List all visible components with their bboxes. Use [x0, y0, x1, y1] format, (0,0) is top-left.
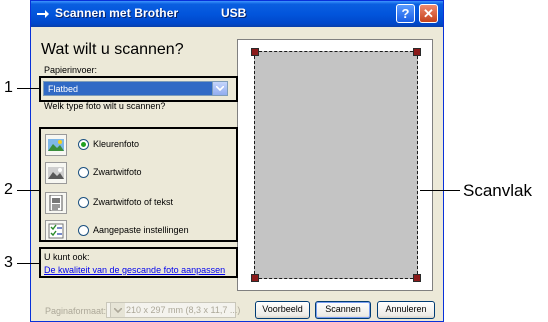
callout-number-3: 3: [4, 254, 13, 271]
callout-line-3: [17, 263, 39, 264]
window-subtitle: USB: [221, 6, 247, 20]
help-icon: ?: [401, 6, 410, 21]
scan-preview-area: [237, 39, 433, 291]
callout-line-2: [17, 190, 39, 191]
photo-type-label: Welk type foto wilt u scannen?: [44, 101, 166, 111]
preview-button[interactable]: Voorbeeld: [255, 301, 310, 319]
callout-line-scan-area: [420, 190, 460, 191]
dialog-heading: Wat wilt u scannen?: [41, 41, 184, 58]
scanner-app-icon: [37, 10, 49, 18]
callout-box-photo-types: [39, 127, 238, 242]
cancel-button[interactable]: Annuleren: [377, 301, 435, 319]
callout-box-source: [39, 76, 238, 102]
scan-area-label: Scanvlak: [463, 181, 532, 200]
scan-selection-area[interactable]: [251, 48, 421, 282]
page-size-select: A4: 210 x 297 mm (8,3 x 11,7 ...): [106, 302, 240, 318]
resize-handle-bottom-left[interactable]: [251, 274, 259, 282]
close-icon: ✕: [423, 6, 434, 21]
callout-number-2: 2: [4, 181, 13, 198]
callout-number-1: 1: [4, 79, 13, 96]
page-size-value: A4: 210 x 297 mm (8,3 x 11,7 ...): [110, 305, 241, 315]
resize-handle-bottom-right[interactable]: [413, 274, 421, 282]
window-title: Scannen met Brother: [55, 6, 179, 20]
callout-line-1: [17, 88, 39, 89]
scan-button[interactable]: Scannen: [315, 301, 371, 319]
source-label: Papierinvoer:: [44, 65, 98, 75]
close-button[interactable]: ✕: [419, 4, 438, 23]
resize-handle-top-right[interactable]: [413, 48, 421, 56]
help-button[interactable]: ?: [396, 4, 415, 23]
page-size-label: Paginaformaat:: [45, 306, 107, 316]
callout-box-extra: [39, 247, 238, 278]
title-bar[interactable]: Scannen met Brother USB ? ✕: [31, 1, 443, 27]
chevron-down-icon: [110, 303, 125, 317]
resize-handle-top-left[interactable]: [251, 48, 259, 56]
